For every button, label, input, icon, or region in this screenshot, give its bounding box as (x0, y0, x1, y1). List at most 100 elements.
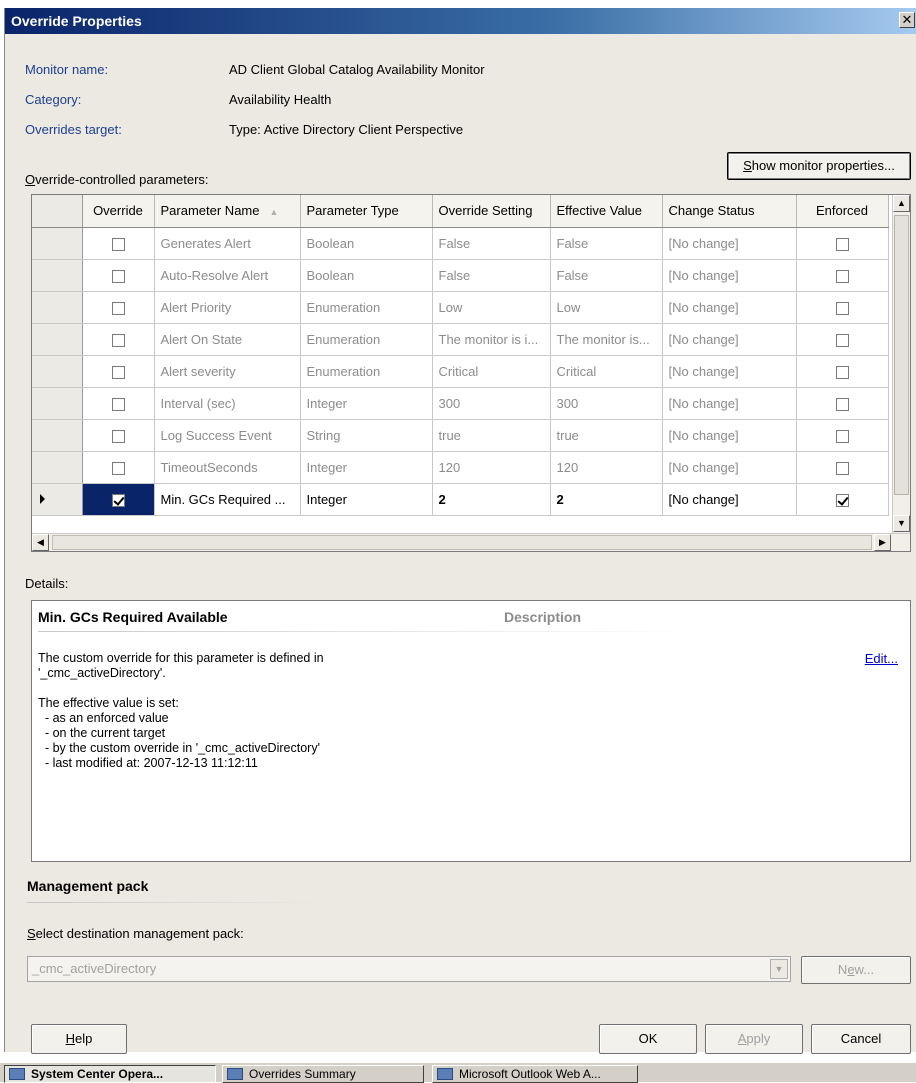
taskbar-item-overrides-summary[interactable]: Overrides Summary (222, 1065, 424, 1083)
override-setting-cell[interactable]: 300 (432, 387, 551, 420)
enforced-checkbox[interactable] (835, 269, 849, 283)
enforced-cell[interactable] (796, 227, 889, 260)
override-setting-cell[interactable]: False (432, 259, 551, 292)
override-cell[interactable] (82, 227, 155, 260)
enforced-checkbox[interactable] (835, 333, 849, 347)
override-checkbox[interactable] (111, 365, 125, 379)
override-cell[interactable] (82, 323, 155, 356)
override-checkbox[interactable] (111, 461, 125, 475)
enforced-cell[interactable] (796, 483, 889, 516)
scroll-down-icon[interactable]: ▼ (893, 515, 910, 532)
enforced-cell[interactable] (796, 323, 889, 356)
override-setting-cell[interactable]: The monitor is i... (432, 323, 551, 356)
table-row[interactable]: Alert On State Enumeration The monitor is … (32, 323, 889, 356)
override-setting-cell[interactable]: 2 (432, 483, 551, 516)
override-checkbox[interactable] (111, 237, 125, 251)
override-setting-cell[interactable]: true (432, 419, 551, 452)
override-setting-cell[interactable]: 120 (432, 451, 551, 484)
row-header[interactable] (32, 419, 83, 452)
enforced-checkbox[interactable] (835, 397, 849, 411)
scroll-right-icon[interactable]: ▶ (874, 534, 891, 551)
table-row[interactable]: Alert Priority Enumeration Low Low [No chang… (32, 291, 889, 324)
column-header-change-status[interactable]: Change Status (662, 195, 797, 228)
enforced-cell[interactable] (796, 419, 889, 452)
override-parameters-grid[interactable]: Override Parameter Name ▲ Parameter Type … (31, 194, 911, 552)
destination-mp-select[interactable]: _cmc_activeDirectory ▼ (27, 956, 791, 982)
override-cell[interactable] (82, 419, 155, 452)
override-cell[interactable] (82, 483, 155, 516)
table-row[interactable]: Auto-Resolve Alert Boolean False False [No c… (32, 259, 889, 292)
table-row[interactable]: Log Success Event String true true [No chang… (32, 419, 889, 452)
scroll-left-icon[interactable]: ◀ (32, 534, 49, 551)
enforced-checkbox[interactable] (835, 429, 849, 443)
row-header[interactable] (32, 355, 83, 388)
parameter-name-cell: Alert On State (154, 323, 301, 356)
scroll-up-icon[interactable]: ▲ (893, 195, 910, 212)
enforced-cell[interactable] (796, 355, 889, 388)
override-checkbox[interactable] (111, 269, 125, 283)
enforced-cell[interactable] (796, 451, 889, 484)
vertical-scrollbar[interactable]: ▲ ▼ (892, 195, 910, 533)
override-setting-cell[interactable]: Low (432, 291, 551, 324)
override-setting-cell[interactable]: False (432, 227, 551, 260)
enforced-checkbox[interactable] (835, 301, 849, 315)
details-divider (38, 631, 698, 632)
enforced-checkbox[interactable] (835, 461, 849, 475)
override-cell[interactable] (82, 291, 155, 324)
horizontal-scroll-thumb[interactable] (52, 535, 872, 550)
enforced-checkbox[interactable] (835, 493, 849, 507)
row-header[interactable] (32, 387, 83, 420)
table-row[interactable]: Min. GCs Required ... Integer 2 2 [No change… (32, 483, 889, 516)
override-cell[interactable] (82, 387, 155, 420)
parameter-type-cell: Enumeration (300, 323, 433, 356)
column-header-override-setting[interactable]: Override Setting (432, 195, 551, 228)
selected-management-pack: _cmc_activeDirectory (32, 961, 157, 976)
vertical-scroll-thumb[interactable] (894, 215, 909, 495)
edit-link[interactable]: Edit... (865, 651, 898, 666)
button-text: elp (75, 1031, 93, 1046)
taskbar-item-system-center[interactable]: System Center Opera... (4, 1065, 216, 1083)
row-header[interactable] (32, 291, 83, 324)
new-management-pack-button[interactable]: New... (801, 956, 911, 984)
horizontal-scrollbar[interactable]: ◀ ▶ (32, 533, 910, 551)
taskbar-item-outlook-web-access[interactable]: Microsoft Outlook Web A... (432, 1065, 638, 1083)
override-checkbox[interactable] (111, 397, 125, 411)
row-header[interactable] (32, 451, 83, 484)
help-button[interactable]: Help (31, 1024, 127, 1054)
ok-button[interactable]: OK (599, 1024, 697, 1054)
column-header-parameter-type[interactable]: Parameter Type (300, 195, 433, 228)
close-icon[interactable]: ✕ (899, 12, 915, 28)
override-checkbox[interactable] (111, 301, 125, 315)
enforced-cell[interactable] (796, 387, 889, 420)
row-header[interactable] (32, 259, 83, 292)
override-checkbox[interactable] (111, 333, 125, 347)
label-mnemonic: O (25, 172, 36, 187)
column-header-enforced[interactable]: Enforced (796, 195, 889, 228)
chevron-down-icon[interactable]: ▼ (770, 959, 788, 979)
row-header[interactable] (32, 227, 83, 260)
table-row[interactable]: TimeoutSeconds Integer 120 120 [No change] (32, 451, 889, 484)
grid-body: Generates Alert Boolean False False [No chan… (32, 227, 889, 516)
override-setting-cell[interactable]: Critical (432, 355, 551, 388)
row-header[interactable] (32, 323, 83, 356)
table-row[interactable]: Alert severity Enumeration Critical Critica… (32, 355, 889, 388)
enforced-cell[interactable] (796, 291, 889, 324)
apply-button[interactable]: Apply (705, 1024, 803, 1054)
enforced-checkbox[interactable] (835, 365, 849, 379)
column-header-override[interactable]: Override (82, 195, 155, 228)
enforced-cell[interactable] (796, 259, 889, 292)
column-header-parameter-name[interactable]: Parameter Name ▲ (154, 195, 301, 228)
override-cell[interactable] (82, 451, 155, 484)
override-checkbox[interactable] (111, 429, 125, 443)
table-row[interactable]: Interval (sec) Integer 300 300 [No change] (32, 387, 889, 420)
override-checkbox[interactable] (111, 493, 125, 507)
enforced-checkbox[interactable] (835, 237, 849, 251)
parameter-type-cell: Integer (300, 483, 433, 516)
override-cell[interactable] (82, 355, 155, 388)
row-header[interactable] (32, 483, 83, 516)
column-header-effective-value[interactable]: Effective Value (550, 195, 663, 228)
override-cell[interactable] (82, 259, 155, 292)
cancel-button[interactable]: Cancel (811, 1024, 911, 1054)
show-monitor-properties-button[interactable]: Show monitor properties... (727, 152, 911, 180)
table-row[interactable]: Generates Alert Boolean False False [No chan… (32, 227, 889, 260)
